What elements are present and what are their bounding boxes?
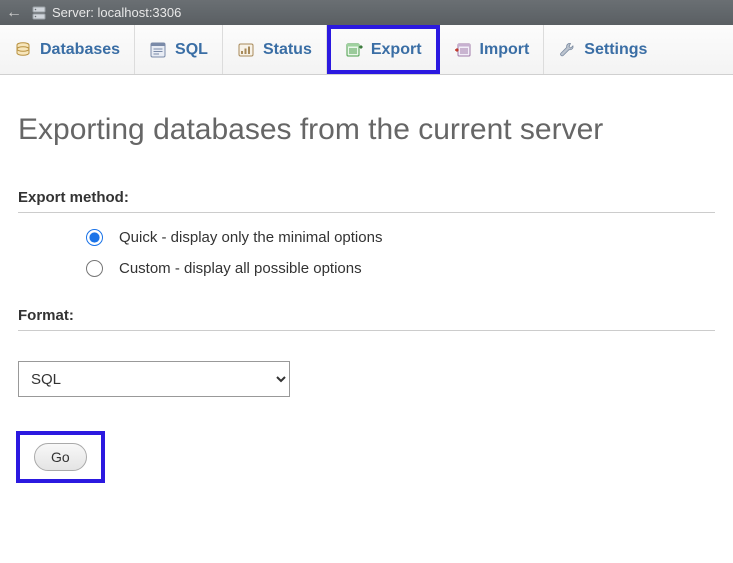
export-icon bbox=[345, 41, 363, 59]
tab-status[interactable]: Status bbox=[223, 25, 327, 74]
tab-label: Databases bbox=[40, 41, 120, 59]
tab-export[interactable]: Export bbox=[327, 25, 440, 74]
format-heading: Format: bbox=[18, 307, 715, 324]
section-rule bbox=[18, 212, 715, 213]
format-section: Format: SQL bbox=[18, 307, 715, 397]
export-method-options: Quick - display only the minimal options… bbox=[18, 229, 715, 277]
wrench-icon bbox=[558, 41, 576, 59]
sql-icon bbox=[149, 41, 167, 59]
tab-label: Import bbox=[480, 41, 530, 59]
tab-label: SQL bbox=[175, 41, 208, 59]
radio-custom-label[interactable]: Custom - display all possible options bbox=[119, 260, 362, 277]
radio-quick-label[interactable]: Quick - display only the minimal options bbox=[119, 229, 382, 246]
radio-quick[interactable] bbox=[86, 229, 103, 246]
radio-row-quick: Quick - display only the minimal options bbox=[86, 229, 715, 246]
server-label: Server: localhost:3306 bbox=[52, 5, 181, 20]
go-button[interactable]: Go bbox=[34, 443, 87, 471]
tab-bar: Databases SQL Status bbox=[0, 25, 733, 75]
section-rule bbox=[18, 330, 715, 331]
tab-settings[interactable]: Settings bbox=[544, 25, 661, 74]
page-content: Exporting databases from the current ser… bbox=[0, 75, 733, 505]
tab-import[interactable]: Import bbox=[440, 25, 545, 74]
go-highlight-box: Go bbox=[16, 431, 105, 483]
tab-label: Export bbox=[371, 41, 422, 59]
tab-label: Status bbox=[263, 41, 312, 59]
server-icon bbox=[32, 6, 46, 20]
format-select[interactable]: SQL bbox=[18, 361, 290, 397]
server-bar: ← Server: localhost:3306 bbox=[0, 0, 733, 25]
page-title: Exporting databases from the current ser… bbox=[18, 113, 715, 147]
status-icon bbox=[237, 41, 255, 59]
radio-row-custom: Custom - display all possible options bbox=[86, 260, 715, 277]
tab-label: Settings bbox=[584, 41, 647, 59]
export-method-heading: Export method: bbox=[18, 189, 715, 206]
import-icon bbox=[454, 41, 472, 59]
tab-databases[interactable]: Databases bbox=[0, 25, 135, 74]
radio-custom[interactable] bbox=[86, 260, 103, 277]
database-icon bbox=[14, 41, 32, 59]
tab-sql[interactable]: SQL bbox=[135, 25, 223, 74]
back-arrow-icon[interactable]: ← bbox=[6, 4, 22, 22]
